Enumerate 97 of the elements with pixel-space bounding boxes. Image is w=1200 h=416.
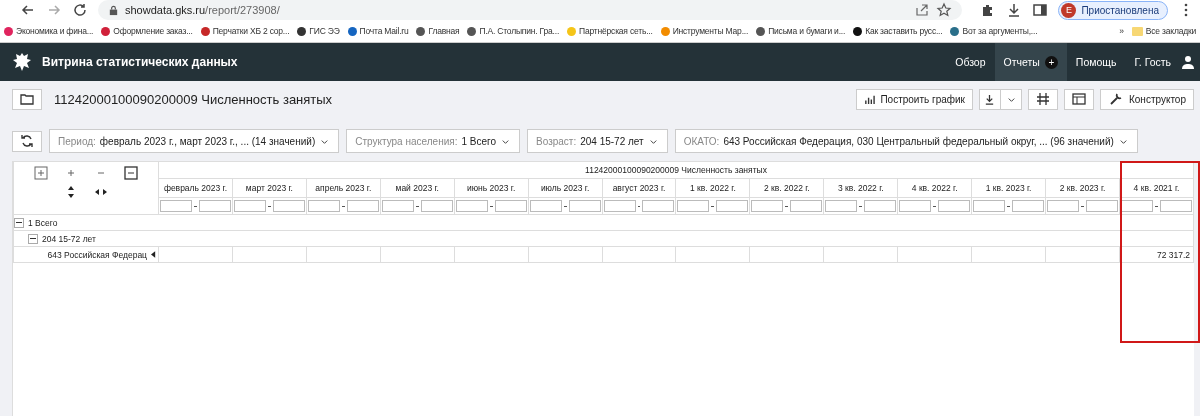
range-to-field[interactable] xyxy=(1086,200,1118,212)
share-icon[interactable] xyxy=(914,2,931,18)
bookmark[interactable]: Почта Mail.ru xyxy=(347,26,409,36)
column-header: 3 кв. 2022 г. xyxy=(823,178,898,198)
filter-dropdown[interactable]: Структура населения: 1 Всего xyxy=(346,129,520,153)
folder-icon xyxy=(19,91,35,107)
reload-icon[interactable] xyxy=(72,2,88,18)
bookmark[interactable]: Письма и бумаги и... xyxy=(756,26,846,36)
download-icon xyxy=(983,93,995,105)
column-header: 2 кв. 2022 г. xyxy=(749,178,824,198)
column-header: июнь 2023 г. xyxy=(454,178,529,198)
range-from-field[interactable] xyxy=(899,200,932,212)
refresh-icon xyxy=(19,133,35,149)
column-header: март 2023 г. xyxy=(232,178,307,198)
range-from-field[interactable] xyxy=(973,200,1006,212)
nav-tab[interactable]: Обзор xyxy=(946,43,995,81)
toggle-icon[interactable] xyxy=(28,233,38,244)
table-view-button[interactable] xyxy=(1063,88,1094,110)
side-panel-icon[interactable] xyxy=(1032,2,1049,18)
columns-button[interactable] xyxy=(1027,88,1058,110)
range-from-field[interactable] xyxy=(160,200,192,212)
column-header: август 2023 г. xyxy=(602,178,676,198)
nav-tab[interactable]: Отчеты + xyxy=(994,43,1067,81)
collapse-all-icon[interactable] xyxy=(123,165,139,181)
range-to-field[interactable] xyxy=(568,200,601,212)
bookmark[interactable]: Как заставить русс... xyxy=(853,26,943,36)
profile-button[interactable]: Е Приостановлена xyxy=(1058,0,1168,20)
refresh-button[interactable] xyxy=(12,130,42,152)
range-to-field[interactable] xyxy=(494,200,527,212)
column-group-header: 11242000100090200009 Численность занятых xyxy=(158,161,1194,179)
bookmark[interactable]: Главная xyxy=(416,26,460,36)
user-menu[interactable]: Г. Гость xyxy=(1125,43,1180,81)
column-header: июль 2023 г. xyxy=(528,178,603,198)
range-to-field[interactable] xyxy=(642,200,675,212)
build-chart-button[interactable]: Построить график xyxy=(856,88,973,110)
site-title: Витрина статистических данных xyxy=(42,55,238,69)
column-header: 1 кв. 2022 г. xyxy=(675,178,750,198)
range-to-field[interactable] xyxy=(716,200,749,212)
range-to-field[interactable] xyxy=(346,200,379,212)
range-to-field[interactable] xyxy=(272,200,305,212)
bookmark[interactable]: ГИС ЭЭ xyxy=(297,26,340,36)
lock-icon xyxy=(108,4,119,16)
range-to-field[interactable] xyxy=(938,200,971,212)
report-title: 11242000100090200009 Численность занятых xyxy=(54,91,333,107)
all-bookmarks-folder[interactable]: Все закладки xyxy=(1131,26,1196,36)
row-label: 1 Всего xyxy=(28,217,58,228)
nav-tab[interactable]: Помощь xyxy=(1066,43,1126,81)
expand-all-icon[interactable] xyxy=(33,165,49,181)
bookmark[interactable]: Оформление заказ... xyxy=(101,26,193,36)
range-from-field[interactable] xyxy=(1047,200,1080,212)
column-header: май 2023 г. xyxy=(380,178,455,198)
column-header: 4 кв. 2022 г. xyxy=(897,178,972,198)
table-icon xyxy=(1070,91,1087,107)
row-label: 204 15-72 лет xyxy=(42,233,96,244)
constructor-button[interactable]: Конструктор xyxy=(1099,88,1194,110)
range-from-field[interactable] xyxy=(455,200,488,212)
filter-dropdown[interactable]: ОКАТО: 643 Российская Федерация, 030 Центральный федеральный округ, ... (96 значений) xyxy=(674,129,1138,153)
user-icon[interactable] xyxy=(1180,54,1196,70)
column-header: 1 кв. 2023 г. xyxy=(971,178,1046,198)
bookmark[interactable]: Вот за аргументы,... xyxy=(950,26,1038,36)
bookmark[interactable]: Перчатки ХБ 2 сор... xyxy=(200,26,290,36)
column-header: апрель 2023 г. xyxy=(306,178,381,198)
range-to-field[interactable] xyxy=(864,200,897,212)
range-from-field[interactable] xyxy=(233,200,266,212)
filter-dropdown[interactable]: Период: февраль 2023 г., март 2023 г., ... (14 значений) xyxy=(49,129,340,153)
range-to-field[interactable] xyxy=(1012,200,1045,212)
more-bookmarks-button[interactable]: » xyxy=(1119,26,1124,36)
address-bar[interactable]: showdata.gks.ru/report/273908/ xyxy=(98,0,963,20)
range-to-field[interactable] xyxy=(790,200,823,212)
bar-chart-icon xyxy=(864,93,876,105)
range-from-field[interactable] xyxy=(677,200,710,212)
caret-icon[interactable] xyxy=(151,251,156,258)
range-from-field[interactable] xyxy=(603,200,636,212)
range-from-field[interactable] xyxy=(307,200,340,212)
table-cell: 72 317.2 xyxy=(1156,249,1190,260)
bookmark[interactable]: Экономика и фина... xyxy=(4,26,94,36)
range-to-field[interactable] xyxy=(1160,200,1192,212)
grid-icon xyxy=(1034,91,1051,107)
range-from-field[interactable] xyxy=(825,200,858,212)
range-from-field[interactable] xyxy=(529,200,562,212)
folder-button[interactable] xyxy=(12,88,42,110)
range-from-field[interactable] xyxy=(381,200,414,212)
bookmark[interactable]: П.А. Столыпин. Гра... xyxy=(467,26,560,36)
column-header: 4 кв. 2021 г. xyxy=(1119,178,1194,198)
star-icon[interactable] xyxy=(936,2,953,18)
bookmark[interactable]: Партнёрская сеть... xyxy=(567,26,653,36)
range-to-field[interactable] xyxy=(198,200,231,212)
column-header: 2 кв. 2023 г. xyxy=(1045,178,1120,198)
toggle-icon[interactable] xyxy=(14,217,24,228)
range-from-field[interactable] xyxy=(751,200,784,212)
bookmark[interactable]: Инструменты Мар... xyxy=(660,26,749,36)
download-button[interactable] xyxy=(978,88,1022,110)
column-header: февраль 2023 г. xyxy=(158,178,233,198)
filter-dropdown[interactable]: Возраст: 204 15-72 лет xyxy=(527,129,668,153)
row-label: 643 Российская Федерац xyxy=(47,249,147,260)
range-from-field[interactable] xyxy=(1121,200,1153,212)
range-to-field[interactable] xyxy=(420,200,453,212)
